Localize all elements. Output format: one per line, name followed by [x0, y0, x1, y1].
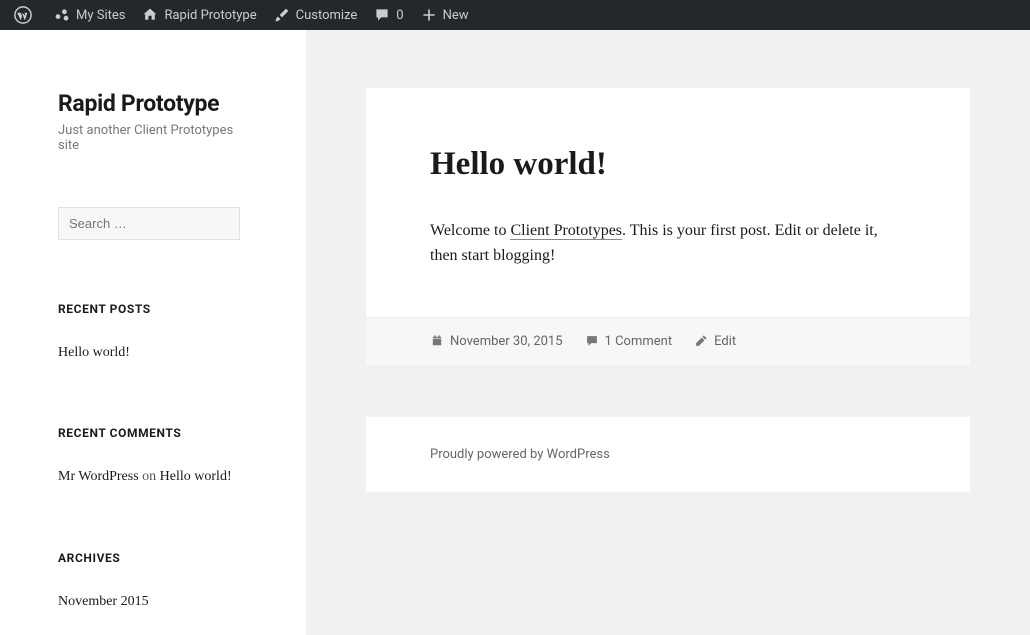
- site-tagline: Just another Client Prototypes site: [58, 123, 256, 153]
- wordpress-logo-icon: [14, 6, 32, 24]
- site-branding: Rapid Prototype Just another Client Prot…: [58, 90, 256, 153]
- new-label: New: [443, 8, 469, 23]
- home-icon: [141, 6, 159, 24]
- recent-comments-widget: RECENT COMMENTS Mr WordPress on Hello wo…: [58, 426, 256, 488]
- sidebar: Rapid Prototype Just another Client Prot…: [0, 30, 306, 635]
- post-comments-link[interactable]: 1 Comment: [585, 334, 673, 349]
- recent-posts-widget: RECENT POSTS Hello world!: [58, 302, 256, 364]
- post-edit-label: Edit: [714, 334, 736, 349]
- brush-icon: [273, 6, 291, 24]
- customize-label: Customize: [296, 8, 358, 23]
- post-meta-footer: November 30, 2015 1 Comment Edit: [366, 317, 970, 365]
- comments-link[interactable]: 0: [365, 0, 411, 30]
- post-article: Hello world! Welcome to Client Prototype…: [366, 88, 970, 365]
- post-comments-label: 1 Comment: [605, 334, 673, 349]
- my-sites-label: My Sites: [76, 8, 125, 23]
- customize-link[interactable]: Customize: [265, 0, 366, 30]
- recent-post-link[interactable]: Hello world!: [58, 342, 256, 364]
- comment-icon: [585, 334, 599, 348]
- recent-posts-heading: RECENT POSTS: [58, 302, 256, 316]
- recent-comment-item: Mr WordPress on Hello world!: [58, 466, 256, 488]
- post-title[interactable]: Hello world!: [430, 146, 906, 183]
- search-widget: [58, 207, 256, 240]
- archives-widget: ARCHIVES November 2015: [58, 551, 256, 613]
- comment-icon: [373, 6, 391, 24]
- site-name-label: Rapid Prototype: [164, 8, 256, 23]
- comment-on-text: on: [139, 469, 160, 484]
- my-sites-link[interactable]: My Sites: [45, 0, 133, 30]
- admin-bar: My Sites Rapid Prototype Customize 0 New: [0, 0, 1030, 30]
- site-title[interactable]: Rapid Prototype: [58, 90, 256, 117]
- post-date-link[interactable]: November 30, 2015: [430, 334, 563, 349]
- comment-author-link[interactable]: Mr WordPress: [58, 469, 139, 485]
- comment-post-link[interactable]: Hello world!: [160, 469, 232, 485]
- archive-label: November 2015: [58, 594, 149, 609]
- post-date-label: November 30, 2015: [450, 334, 563, 349]
- post-edit-link[interactable]: Edit: [694, 334, 736, 349]
- recent-comments-heading: RECENT COMMENTS: [58, 426, 256, 440]
- recent-post-label: Hello world!: [58, 345, 130, 360]
- page-wrap: Rapid Prototype Just another Client Prot…: [0, 30, 1030, 635]
- wp-logo-menu[interactable]: [6, 0, 45, 30]
- site-footer: Proudly powered by WordPress: [366, 417, 970, 492]
- comments-count: 0: [396, 8, 403, 23]
- main-content: Hello world! Welcome to Client Prototype…: [306, 30, 1030, 635]
- new-content-link[interactable]: New: [412, 0, 477, 30]
- archive-link[interactable]: November 2015: [58, 591, 256, 613]
- post-content: Welcome to Client Prototypes. This is yo…: [430, 219, 906, 269]
- pencil-icon: [694, 334, 708, 348]
- archives-heading: ARCHIVES: [58, 551, 256, 565]
- calendar-icon: [430, 334, 444, 348]
- post-inline-link[interactable]: Client Prototypes: [510, 222, 622, 240]
- post-text-before: Welcome to: [430, 222, 510, 239]
- network-icon: [53, 6, 71, 24]
- site-name-link[interactable]: Rapid Prototype: [133, 0, 264, 30]
- search-input[interactable]: [58, 207, 240, 240]
- footer-credit-link[interactable]: Proudly powered by WordPress: [430, 447, 610, 462]
- plus-icon: [420, 6, 438, 24]
- post-body: Hello world! Welcome to Client Prototype…: [366, 88, 970, 317]
